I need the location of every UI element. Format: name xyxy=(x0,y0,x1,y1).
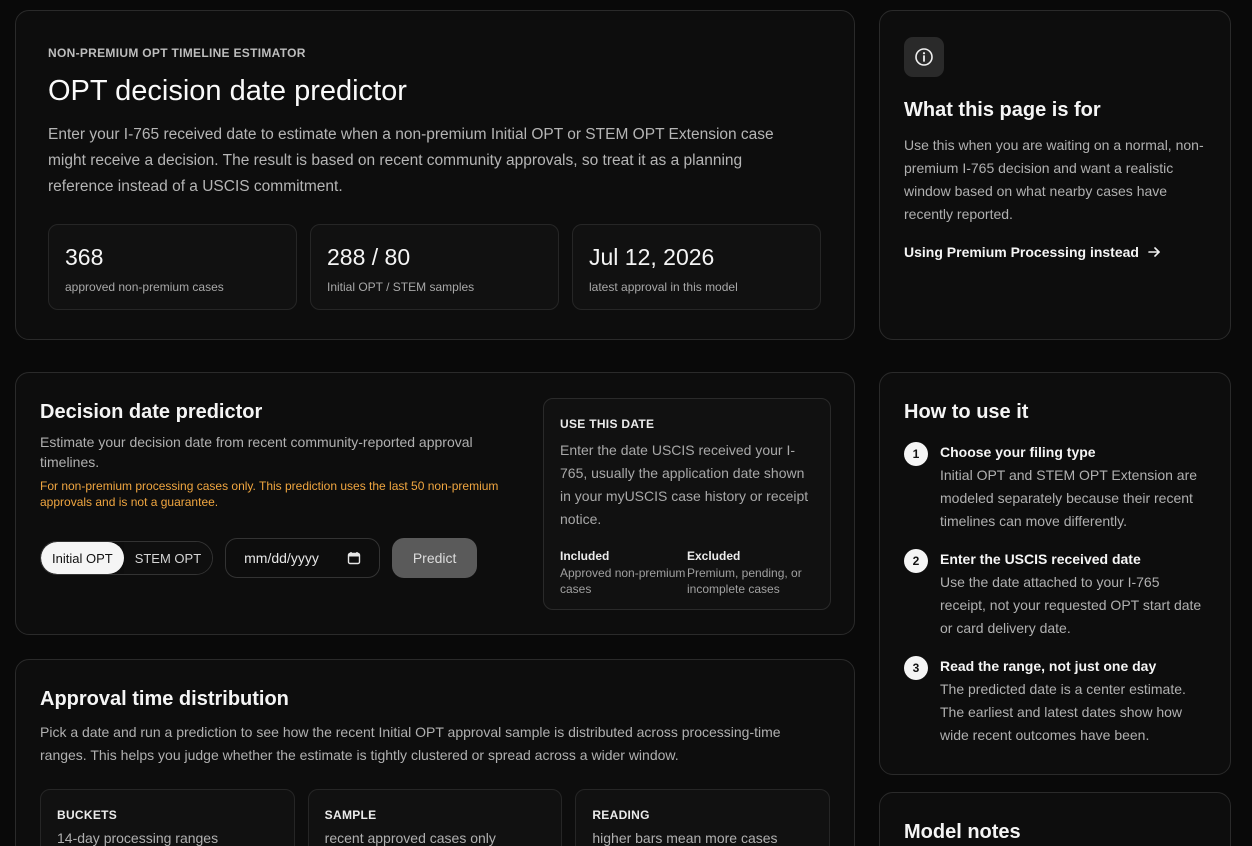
step-title: Read the range, not just one day xyxy=(940,658,1157,674)
toggle-initial-opt[interactable]: Initial OPT xyxy=(41,542,124,574)
dist-box-reading: READING higher bars mean more cases xyxy=(575,789,831,846)
step-item: 3 Read the range, not just one day The p… xyxy=(904,656,1206,747)
step-number: 1 xyxy=(904,442,928,466)
use-date-text: Enter the date USCIS received your I-765… xyxy=(560,442,809,527)
model-notes-title: Model notes xyxy=(904,821,1021,843)
predictor-card: Decision date predictor Estimate your de… xyxy=(15,372,855,635)
distribution-boxes: BUCKETS 14-day processing ranges SAMPLE … xyxy=(40,789,831,846)
page-title: OPT decision date predictor xyxy=(48,75,407,107)
included-text: Approved non-premium cases xyxy=(560,566,686,596)
stat-label: Initial OPT / STEM samples xyxy=(327,280,475,294)
dist-box-title: SAMPLE xyxy=(324,808,377,822)
step-text: The predicted date is a center estimate.… xyxy=(940,681,1186,743)
dist-box-buckets: BUCKETS 14-day processing ranges xyxy=(40,789,295,846)
model-notes-card: Model notes xyxy=(879,792,1231,846)
how-to-card: How to use it 1 Choose your filing type … xyxy=(879,372,1231,775)
predictor-warning: For non-premium processing cases only. T… xyxy=(40,479,499,509)
about-title: What this page is for xyxy=(904,99,1101,121)
step-item: 1 Choose your filing type Initial OPT an… xyxy=(904,442,1206,533)
calendar-icon[interactable] xyxy=(347,551,361,565)
stat-value: Jul 12, 2026 xyxy=(589,244,715,270)
premium-processing-link-label: Using Premium Processing instead xyxy=(904,244,1139,260)
premium-processing-link[interactable]: Using Premium Processing instead xyxy=(904,244,1206,260)
about-card: What this page is for Use this when you … xyxy=(879,10,1231,340)
step-title: Enter the USCIS received date xyxy=(940,551,1141,567)
step-number: 3 xyxy=(904,656,928,680)
dist-box-sample: SAMPLE recent approved cases only xyxy=(307,789,563,846)
included-col: Included Approved non-premium cases xyxy=(560,549,687,597)
stat-label: approved non-premium cases xyxy=(65,280,224,294)
date-placeholder: mm/dd/yyyy xyxy=(244,550,319,566)
stat-label: latest approval in this model xyxy=(589,280,738,294)
excluded-col: Excluded Premium, pending, or incomplete… xyxy=(687,549,814,597)
dist-box-text: higher bars mean more cases xyxy=(592,830,778,846)
dist-box-title: BUCKETS xyxy=(57,808,118,822)
excluded-text: Premium, pending, or incomplete cases xyxy=(687,566,802,596)
dist-box-title: READING xyxy=(592,808,650,822)
excluded-title: Excluded xyxy=(687,549,741,563)
stat-approved-cases: 368 approved non-premium cases xyxy=(48,224,297,310)
toggle-stem-opt[interactable]: STEM OPT xyxy=(123,542,213,574)
distribution-card: Approval time distribution Pick a date a… xyxy=(15,659,855,846)
about-text: Use this when you are waiting on a norma… xyxy=(904,137,1204,222)
predictor-description: Estimate your decision date from recent … xyxy=(40,434,473,470)
stat-samples: 288 / 80 Initial OPT / STEM samples xyxy=(310,224,559,310)
distribution-title: Approval time distribution xyxy=(40,688,289,710)
step-text: Initial OPT and STEM OPT Extension are m… xyxy=(940,467,1198,529)
hero-eyebrow: NON-PREMIUM OPT TIMELINE ESTIMATOR xyxy=(48,46,306,60)
dist-box-text: 14-day processing ranges xyxy=(57,830,219,846)
info-icon xyxy=(904,37,944,77)
predict-button[interactable]: Predict xyxy=(392,538,478,578)
included-title: Included xyxy=(560,549,610,563)
received-date-input[interactable]: mm/dd/yyyy xyxy=(225,538,381,578)
step-number: 2 xyxy=(904,549,928,573)
hero-description: Enter your I-765 received date to estima… xyxy=(48,126,774,195)
how-to-title: How to use it xyxy=(904,401,1029,423)
stat-value: 288 / 80 xyxy=(327,244,411,270)
stats-row: 368 approved non-premium cases 288 / 80 … xyxy=(48,224,822,310)
filing-type-toggle: Initial OPT STEM OPT xyxy=(40,541,214,575)
arrow-right-icon xyxy=(1148,247,1160,257)
step-text: Use the date attached to your I-765 rece… xyxy=(940,574,1202,636)
step-item: 2 Enter the USCIS received date Use the … xyxy=(904,549,1206,640)
stat-latest-approval: Jul 12, 2026 latest approval in this mod… xyxy=(572,224,821,310)
dist-box-text: recent approved cases only xyxy=(324,830,496,846)
stat-value: 368 xyxy=(65,244,104,270)
use-date-title: USE THIS DATE xyxy=(560,417,655,431)
distribution-description: Pick a date and run a prediction to see … xyxy=(40,724,781,763)
hero-card: NON-PREMIUM OPT TIMELINE ESTIMATOR OPT d… xyxy=(15,10,855,340)
use-this-date-panel: USE THIS DATE Enter the date USCIS recei… xyxy=(543,398,831,610)
included-excluded: Included Approved non-premium cases Excl… xyxy=(560,549,814,597)
step-title: Choose your filing type xyxy=(940,444,1096,460)
